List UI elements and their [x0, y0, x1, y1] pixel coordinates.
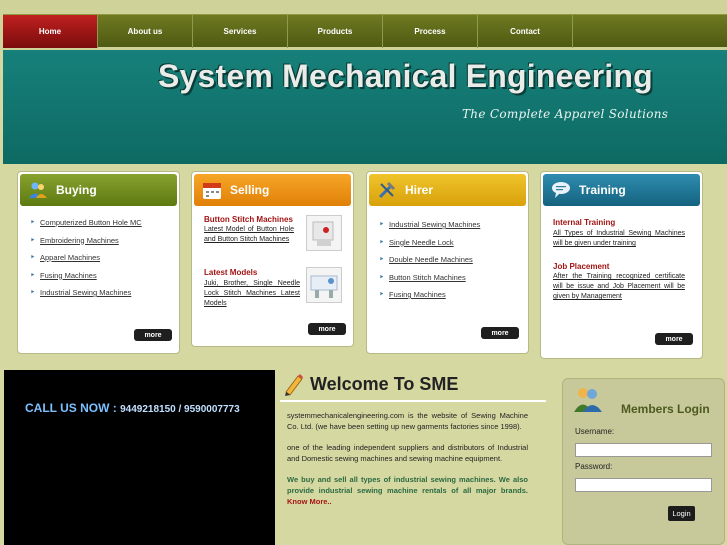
- buying-link[interactable]: Apparel Machines: [18, 252, 178, 271]
- selling-title: Selling: [230, 183, 270, 197]
- members-login-title: Members Login: [621, 402, 710, 416]
- hirer-link[interactable]: Industrial Sewing Machines: [367, 219, 527, 238]
- buying-more-button[interactable]: more: [134, 329, 172, 341]
- buying-link[interactable]: Embroidering Machines: [18, 235, 178, 254]
- buying-link[interactable]: Fusing Machines: [18, 270, 178, 289]
- buying-link[interactable]: Industrial Sewing Machines: [18, 287, 178, 306]
- selling-item-title[interactable]: Latest Models: [204, 268, 257, 277]
- username-input[interactable]: [575, 443, 712, 457]
- machine-image: [306, 215, 342, 251]
- hirer-link[interactable]: Single Needle Lock: [367, 237, 527, 256]
- buying-header: Buying: [20, 174, 177, 206]
- hirer-box: Hirer Industrial Sewing Machines Single …: [366, 171, 529, 354]
- selling-item-text[interactable]: Latest Model of Button Hole and Button S…: [204, 225, 294, 245]
- selling-box: Selling Button Stitch Machines Latest Mo…: [191, 171, 354, 347]
- training-box: Training Internal Training All Types of …: [540, 171, 703, 359]
- hirer-link[interactable]: Fusing Machines: [367, 289, 527, 308]
- training-item-text[interactable]: All Types of Industrial Sewing Machines …: [553, 229, 685, 249]
- main-nav: Home About us Services Products Process …: [3, 14, 727, 48]
- members-icon: [573, 385, 603, 418]
- nav-home[interactable]: Home: [3, 15, 98, 48]
- training-more-button[interactable]: more: [655, 333, 693, 345]
- site-title: System Mechanical Engineering: [158, 58, 653, 94]
- hirer-links: Industrial Sewing Machines Single Needle…: [367, 219, 527, 308]
- training-item-title[interactable]: Internal Training: [553, 218, 615, 227]
- call-box: CALL US NOW : 9449218150 / 9590007773: [4, 370, 275, 545]
- site-tagline: The Complete Apparel Solutions: [462, 107, 669, 121]
- welcome-title: Welcome To SME: [310, 374, 459, 394]
- welcome-highlight: We buy and sell all types of industrial …: [287, 475, 528, 495]
- phone-numbers[interactable]: 9449218150 / 9590007773: [120, 404, 240, 415]
- nav-services[interactable]: Services: [193, 15, 288, 48]
- nav-products[interactable]: Products: [288, 15, 383, 48]
- selling-item-title[interactable]: Button Stitch Machines: [204, 215, 293, 224]
- hirer-link[interactable]: Button Stitch Machines: [367, 272, 527, 291]
- know-more-link[interactable]: Know More..: [287, 497, 332, 506]
- hirer-header: Hirer: [369, 174, 526, 206]
- site-header: System Mechanical Engineering The Comple…: [3, 50, 727, 164]
- divider: [280, 400, 546, 402]
- chat-icon: [551, 180, 571, 200]
- top-bar: Home About us Services Products Process …: [0, 0, 727, 50]
- hirer-link[interactable]: Double Needle Machines: [367, 254, 527, 273]
- login-button[interactable]: Login: [668, 506, 695, 521]
- username-label: Username:: [575, 427, 615, 436]
- training-item-title[interactable]: Job Placement: [553, 262, 609, 271]
- welcome-paragraph: one of the leading independent suppliers…: [287, 443, 528, 463]
- calendar-icon: [202, 180, 222, 200]
- tools-icon: [377, 180, 397, 200]
- selling-item-text[interactable]: Juki, Brother, Single Needle Lock Stitch…: [204, 279, 300, 309]
- buying-links: Computerized Button Hole MC Embroidering…: [18, 217, 178, 306]
- password-input[interactable]: [575, 478, 712, 492]
- welcome-paragraph: systemmechanicalengineering.com is the w…: [287, 411, 528, 431]
- pencil-icon: [282, 372, 304, 401]
- buying-box: Buying Computerized Button Hole MC Embro…: [17, 171, 180, 354]
- members-login-box: Members Login Username: Password: Login: [562, 378, 725, 545]
- nav-process[interactable]: Process: [383, 15, 478, 48]
- call-us-text: CALL US NOW :: [25, 401, 121, 415]
- training-header: Training: [543, 174, 700, 206]
- training-item-text[interactable]: After the Training recognized certificat…: [553, 272, 685, 302]
- password-label: Password:: [575, 462, 613, 471]
- nav-contact[interactable]: Contact: [478, 15, 573, 48]
- machine-image: [306, 267, 342, 303]
- nav-about-us[interactable]: About us: [98, 15, 193, 48]
- selling-header: Selling: [194, 174, 351, 206]
- buying-link[interactable]: Computerized Button Hole MC: [18, 217, 178, 236]
- hirer-more-button[interactable]: more: [481, 327, 519, 339]
- call-us-label: CALL US NOW : 9449218150 / 9590007773: [25, 401, 240, 415]
- training-title: Training: [579, 183, 626, 197]
- welcome-body: systemmechanicalengineering.com is the w…: [287, 410, 528, 517]
- buying-title: Buying: [56, 183, 97, 197]
- users-icon: [28, 180, 48, 200]
- selling-more-button[interactable]: more: [308, 323, 346, 335]
- hirer-title: Hirer: [405, 183, 434, 197]
